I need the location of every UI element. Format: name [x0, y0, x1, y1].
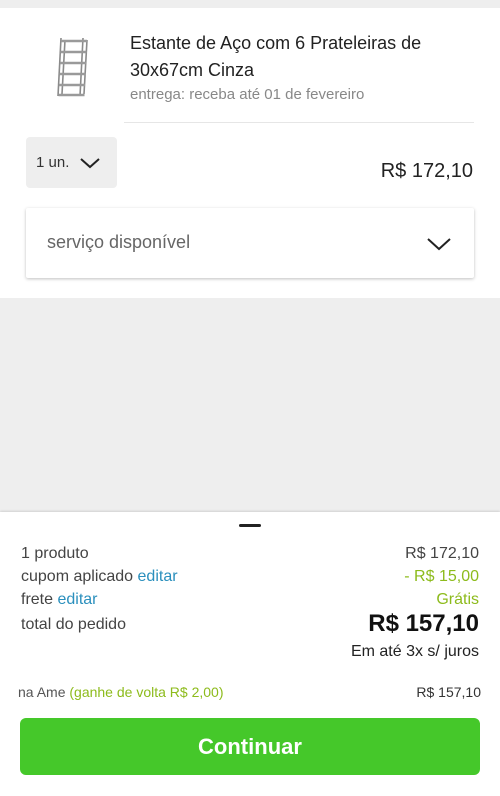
ame-payment-info: na Ame (ganhe de volta R$ 2,00): [18, 684, 223, 700]
chevron-down-icon: [427, 238, 451, 251]
ame-label: na Ame: [18, 684, 66, 700]
chevron-down-icon: [80, 157, 101, 168]
products-label: 1 produto: [21, 545, 89, 562]
shipping-label: frete: [21, 591, 54, 608]
ame-cashback: (ganhe de volta R$ 2,00): [69, 684, 224, 700]
edit-shipping-link[interactable]: editar: [57, 591, 97, 608]
continue-button[interactable]: Continuar: [20, 718, 480, 775]
coupon-label: cupom aplicado: [21, 568, 134, 585]
divider: [124, 122, 474, 123]
ame-value: R$ 157,10: [416, 684, 481, 700]
installments-info: Em até 3x s/ juros: [350, 643, 479, 660]
product-price: R$ 172,10: [380, 160, 473, 182]
delivery-info: entrega: receba até 01 de fevereiro: [130, 86, 365, 103]
steel-shelf-image: [57, 37, 88, 97]
quantity-value: 1 un.: [36, 154, 70, 171]
top-strip: [0, 0, 500, 8]
summary-shipping-row: frete editar Grátis: [21, 591, 479, 609]
coupon-value: - R$ 15,00: [404, 568, 479, 585]
edit-coupon-link[interactable]: editar: [138, 568, 178, 585]
drag-handle[interactable]: [239, 524, 261, 527]
summary-products-row: 1 produto R$ 172,10: [21, 545, 479, 563]
quantity-select[interactable]: 1 un.: [26, 137, 117, 188]
total-label: total do pedido: [21, 616, 126, 633]
summary-coupon-row: cupom aplicado editar - R$ 15,00: [21, 568, 479, 586]
product-title[interactable]: Estante de Aço com 6 Prateleiras de 30x6…: [130, 30, 470, 84]
products-value: R$ 172,10: [405, 545, 479, 562]
service-label: serviço disponível: [47, 232, 191, 252]
shipping-value: Grátis: [436, 591, 479, 608]
order-summary-panel: 1 produto R$ 172,10 cupom aplicado edita…: [0, 512, 500, 796]
product-card: Estante de Aço com 6 Prateleiras de 30x6…: [0, 8, 500, 298]
service-select[interactable]: serviço disponível: [26, 208, 474, 278]
total-value: R$ 157,10: [368, 610, 479, 637]
